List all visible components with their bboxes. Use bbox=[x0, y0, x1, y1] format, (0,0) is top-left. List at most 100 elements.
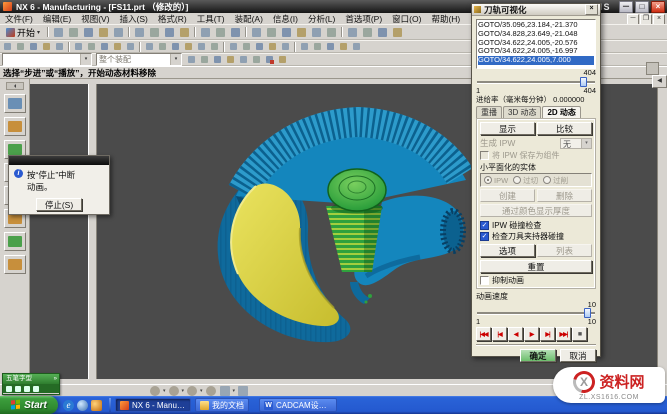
list-button[interactable]: 列表 bbox=[537, 244, 592, 257]
toolbar-icon[interactable] bbox=[280, 41, 291, 52]
snap-intersection-icon[interactable] bbox=[206, 386, 216, 396]
taskbar-item-nx[interactable]: NX 6 - Manufacturing -... bbox=[115, 398, 191, 412]
radio-ipw-circle[interactable] bbox=[484, 176, 492, 184]
radio-overcut[interactable]: 过切 bbox=[513, 175, 538, 186]
toolbar-icon[interactable] bbox=[41, 41, 52, 52]
radio-excess-circle[interactable] bbox=[543, 176, 551, 184]
taskbar-item-my-documents[interactable]: 我的文档 bbox=[195, 398, 249, 412]
options-button[interactable]: 选项 bbox=[480, 244, 535, 257]
toolbar-icon[interactable] bbox=[67, 26, 80, 39]
play-forward-button[interactable]: ▶ bbox=[524, 327, 539, 341]
toolbar-icon[interactable] bbox=[280, 26, 293, 39]
tab-3d-dynamic[interactable]: 3D 动态 bbox=[503, 106, 541, 118]
show-thickness-by-color-button[interactable]: 通过颜色显示厚度 bbox=[480, 204, 592, 217]
ime-fullwidth-icon[interactable] bbox=[15, 386, 21, 392]
menu-information[interactable]: 信息(I) bbox=[268, 13, 303, 25]
animation-speed-slider[interactable] bbox=[476, 308, 596, 318]
resource-bar-collapse-button[interactable] bbox=[6, 82, 24, 90]
ime-mode-icon[interactable] bbox=[6, 386, 12, 392]
toolbar-icon[interactable] bbox=[351, 41, 362, 52]
chevron-down-icon[interactable]: ▾ bbox=[80, 54, 91, 65]
ime-softkeyboard-icon[interactable] bbox=[33, 386, 39, 392]
show-button[interactable]: 显示 bbox=[480, 122, 535, 135]
menu-analysis[interactable]: 分析(L) bbox=[303, 13, 340, 25]
toolbar-icon[interactable] bbox=[163, 26, 176, 39]
chevron-down-icon[interactable]: ▾ bbox=[581, 139, 591, 148]
chevron-down-icon[interactable]: ▾ bbox=[200, 388, 203, 394]
delete-button[interactable]: 删除 bbox=[537, 189, 592, 202]
tab-replay[interactable]: 重播 bbox=[476, 106, 502, 118]
toolbar-icon[interactable] bbox=[212, 54, 223, 65]
toolbar-icon[interactable] bbox=[361, 26, 374, 39]
toolbar-icon[interactable] bbox=[97, 26, 110, 39]
toolbar-icon[interactable] bbox=[277, 54, 288, 65]
resource-bar-splitter[interactable] bbox=[88, 84, 97, 379]
forward-to-end-button[interactable]: ▶▶| bbox=[556, 327, 571, 341]
toolbar-icon[interactable] bbox=[214, 26, 227, 39]
toolbar-icon[interactable] bbox=[82, 26, 95, 39]
toolbar-icon[interactable] bbox=[254, 41, 265, 52]
step-forward-button[interactable]: ▶| bbox=[540, 327, 555, 341]
generate-ipw-select[interactable]: 无 ▾ bbox=[560, 138, 592, 149]
menu-help[interactable]: 帮助(H) bbox=[426, 13, 465, 25]
chevron-down-icon[interactable]: ▾ bbox=[233, 388, 236, 394]
stop-playback-button[interactable]: ■ bbox=[572, 327, 587, 341]
minimize-button[interactable]: － bbox=[619, 1, 633, 13]
cancel-button[interactable]: 取消 bbox=[560, 349, 596, 362]
create-button[interactable]: 创建 bbox=[480, 189, 535, 202]
snap-midpoint-icon[interactable] bbox=[187, 386, 197, 396]
toolbar-icon[interactable] bbox=[265, 26, 278, 39]
toolbar-icon[interactable] bbox=[54, 41, 65, 52]
save-ipw-checkbox[interactable] bbox=[480, 151, 489, 160]
toolbar-icon[interactable] bbox=[199, 54, 210, 65]
toolbar-icon[interactable] bbox=[196, 41, 207, 52]
toolbar-icon[interactable] bbox=[148, 26, 161, 39]
toolbar-icon[interactable] bbox=[325, 41, 336, 52]
toolbar-icon[interactable] bbox=[199, 26, 212, 39]
toolbar-icon[interactable] bbox=[144, 41, 155, 52]
ok-button[interactable]: 确定 bbox=[520, 349, 556, 362]
toolbar-icon[interactable] bbox=[15, 41, 26, 52]
windows-start-button[interactable]: Start bbox=[0, 396, 58, 414]
dialog-close-icon[interactable]: × bbox=[585, 4, 598, 15]
tp-dialog-title-bar[interactable]: 刀轨可视化 × bbox=[472, 4, 600, 16]
chevron-down-icon[interactable]: ▾ bbox=[163, 388, 166, 394]
type-filter-combo[interactable]: ▾ bbox=[2, 53, 92, 66]
resource-tab-assembly-navigator[interactable] bbox=[4, 94, 26, 113]
toolbar-icon[interactable] bbox=[186, 54, 197, 65]
ime-more-icon[interactable]: » bbox=[54, 374, 57, 384]
radio-overcut-circle[interactable] bbox=[513, 176, 521, 184]
holder-collision-checkbox[interactable]: ✓ bbox=[480, 232, 489, 241]
chevron-down-icon[interactable]: ▾ bbox=[182, 388, 185, 394]
toolbar-icon[interactable] bbox=[133, 26, 146, 39]
toolbar-icon[interactable] bbox=[310, 26, 323, 39]
resource-tab-process-assistant[interactable] bbox=[4, 232, 26, 251]
toolbar-icon[interactable] bbox=[28, 41, 39, 52]
toolbar-icon[interactable] bbox=[325, 26, 338, 39]
quick-launch-icon[interactable] bbox=[91, 400, 102, 411]
toolbar-icon[interactable] bbox=[228, 41, 239, 52]
toolbar-icon[interactable] bbox=[2, 41, 13, 52]
menu-format[interactable]: 格式(R) bbox=[153, 13, 192, 25]
goto-line-selected[interactable]: GOTO/34.622,24.005,7.000 bbox=[478, 56, 594, 65]
toolbar-icon[interactable] bbox=[295, 26, 308, 39]
menu-window[interactable]: 窗口(O) bbox=[387, 13, 426, 25]
quick-launch-icon[interactable] bbox=[77, 400, 88, 411]
toolbar-icon[interactable] bbox=[241, 41, 252, 52]
toolbar-icon[interactable] bbox=[183, 41, 194, 52]
toolbar-icon[interactable] bbox=[346, 26, 359, 39]
toolbar-icon[interactable] bbox=[209, 41, 220, 52]
toolbar-icon[interactable] bbox=[299, 41, 310, 52]
resource-tab-roles[interactable] bbox=[4, 255, 26, 274]
toolbar-icon[interactable] bbox=[264, 54, 275, 65]
snap-point-icon[interactable] bbox=[169, 386, 179, 396]
toolbar-icon[interactable] bbox=[73, 41, 84, 52]
stop-dialog-title-bar[interactable] bbox=[9, 156, 109, 165]
toolbar-icon[interactable] bbox=[170, 41, 181, 52]
toolbar-icon[interactable] bbox=[112, 41, 123, 52]
menu-insert[interactable]: 插入(S) bbox=[115, 13, 153, 25]
toolbar-icon[interactable] bbox=[267, 41, 278, 52]
rewind-to-start-button[interactable]: |◀◀ bbox=[476, 327, 491, 341]
slider-thumb[interactable] bbox=[584, 308, 591, 318]
docked-toolbar-grip-icon[interactable] bbox=[646, 62, 659, 75]
